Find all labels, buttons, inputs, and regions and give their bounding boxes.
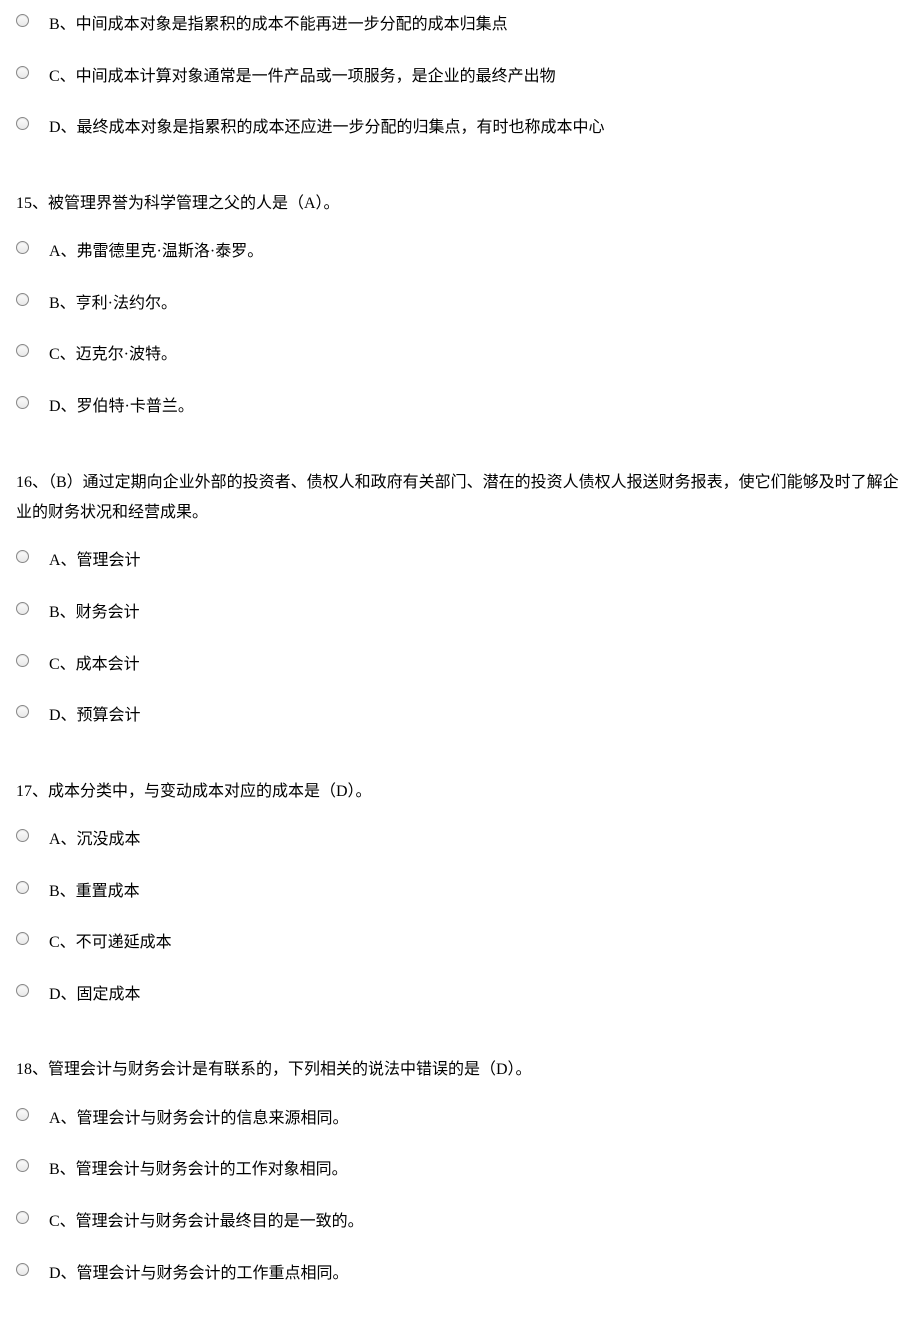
option-row: A、弗雷德里克·温斯洛·泰罗。 — [16, 237, 904, 265]
option-row: B、重置成本 — [16, 877, 904, 905]
option-text: A、管理会计与财务会计的信息来源相同。 — [49, 1104, 349, 1132]
option-text: C、中间成本计算对象通常是一件产品或一项服务，是企业的最终产出物 — [49, 62, 556, 90]
radio-icon[interactable] — [16, 293, 29, 306]
radio-icon[interactable] — [16, 1159, 29, 1172]
option-row: B、中间成本对象是指累积的成本不能再进一步分配的成本归集点 — [16, 10, 904, 38]
option-row: D、最终成本对象是指累积的成本还应进一步分配的归集点，有时也称成本中心 — [16, 113, 904, 141]
option-text: B、亨利·法约尔。 — [49, 289, 177, 317]
radio-icon[interactable] — [16, 344, 29, 357]
radio-icon[interactable] — [16, 932, 29, 945]
question-16: 16、（B）通过定期向企业外部的投资者、债权人和政府有关部门、潜在的投资人债权人… — [16, 468, 904, 729]
option-text: D、固定成本 — [49, 980, 141, 1008]
radio-icon[interactable] — [16, 984, 29, 997]
option-text: D、预算会计 — [49, 701, 141, 729]
question-stem: 18、管理会计与财务会计是有联系的，下列相关的说法中错误的是（D）。 — [16, 1055, 904, 1085]
option-row: D、罗伯特·卡普兰。 — [16, 392, 904, 420]
option-text: A、沉没成本 — [49, 825, 141, 853]
option-text: D、管理会计与财务会计的工作重点相同。 — [49, 1259, 349, 1287]
radio-icon[interactable] — [16, 1263, 29, 1276]
radio-icon[interactable] — [16, 241, 29, 254]
radio-icon[interactable] — [16, 14, 29, 27]
option-row: A、沉没成本 — [16, 825, 904, 853]
radio-icon[interactable] — [16, 829, 29, 842]
radio-icon[interactable] — [16, 550, 29, 563]
option-text: C、迈克尔·波特。 — [49, 340, 177, 368]
radio-icon[interactable] — [16, 1108, 29, 1121]
option-text: A、管理会计 — [49, 546, 141, 574]
option-text: D、最终成本对象是指累积的成本还应进一步分配的归集点，有时也称成本中心 — [49, 113, 605, 141]
radio-icon[interactable] — [16, 117, 29, 130]
option-text: C、不可递延成本 — [49, 928, 172, 956]
option-row: A、管理会计 — [16, 546, 904, 574]
option-text: C、成本会计 — [49, 650, 140, 678]
option-row: B、财务会计 — [16, 598, 904, 626]
question-17: 17、成本分类中，与变动成本对应的成本是（D）。 A、沉没成本 B、重置成本 C… — [16, 777, 904, 1008]
option-text: B、财务会计 — [49, 598, 140, 626]
radio-icon[interactable] — [16, 602, 29, 615]
option-row: A、管理会计与财务会计的信息来源相同。 — [16, 1104, 904, 1132]
option-text: B、重置成本 — [49, 877, 140, 905]
radio-icon[interactable] — [16, 1211, 29, 1224]
option-row: B、管理会计与财务会计的工作对象相同。 — [16, 1155, 904, 1183]
option-text: A、弗雷德里克·温斯洛·泰罗。 — [49, 237, 263, 265]
radio-icon[interactable] — [16, 396, 29, 409]
option-row: C、迈克尔·波特。 — [16, 340, 904, 368]
option-text: C、管理会计与财务会计最终目的是一致的。 — [49, 1207, 364, 1235]
radio-icon[interactable] — [16, 654, 29, 667]
option-row: D、管理会计与财务会计的工作重点相同。 — [16, 1259, 904, 1287]
option-text: B、管理会计与财务会计的工作对象相同。 — [49, 1155, 348, 1183]
option-row: C、成本会计 — [16, 650, 904, 678]
radio-icon[interactable] — [16, 705, 29, 718]
radio-icon[interactable] — [16, 66, 29, 79]
question-15: 15、被管理界誉为科学管理之父的人是（A）。 A、弗雷德里克·温斯洛·泰罗。 B… — [16, 189, 904, 420]
question-14-partial: B、中间成本对象是指累积的成本不能再进一步分配的成本归集点 C、中间成本计算对象… — [16, 10, 904, 141]
question-18: 18、管理会计与财务会计是有联系的，下列相关的说法中错误的是（D）。 A、管理会… — [16, 1055, 904, 1286]
question-stem: 15、被管理界誉为科学管理之父的人是（A）。 — [16, 189, 904, 219]
option-row: C、中间成本计算对象通常是一件产品或一项服务，是企业的最终产出物 — [16, 62, 904, 90]
option-row: D、预算会计 — [16, 701, 904, 729]
option-row: B、亨利·法约尔。 — [16, 289, 904, 317]
option-row: D、固定成本 — [16, 980, 904, 1008]
question-stem: 16、（B）通过定期向企业外部的投资者、债权人和政府有关部门、潜在的投资人债权人… — [16, 468, 904, 529]
question-stem: 17、成本分类中，与变动成本对应的成本是（D）。 — [16, 777, 904, 807]
radio-icon[interactable] — [16, 881, 29, 894]
option-text: D、罗伯特·卡普兰。 — [49, 392, 194, 420]
option-row: C、管理会计与财务会计最终目的是一致的。 — [16, 1207, 904, 1235]
option-row: C、不可递延成本 — [16, 928, 904, 956]
option-text: B、中间成本对象是指累积的成本不能再进一步分配的成本归集点 — [49, 10, 508, 38]
